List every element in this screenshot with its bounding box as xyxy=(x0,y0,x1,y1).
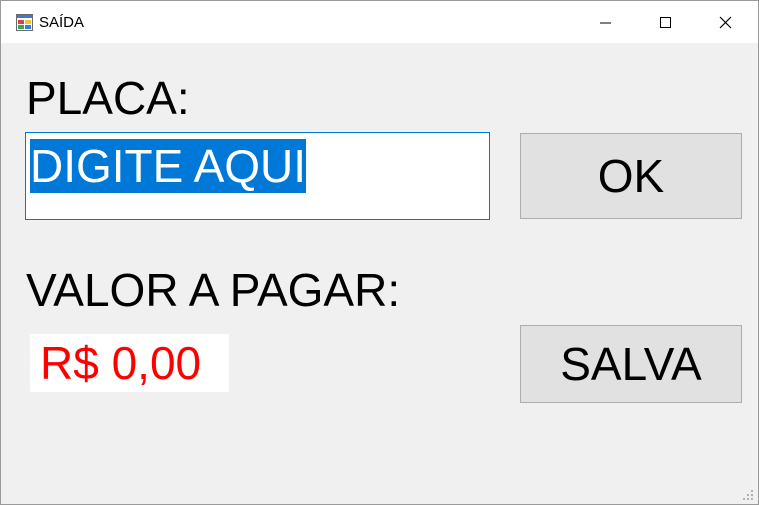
placa-label: PLACA: xyxy=(26,72,190,124)
title-bar[interactable]: SAÍDA xyxy=(1,1,758,43)
placa-input-selected-text[interactable]: DIGITE AQUI xyxy=(30,139,307,193)
valor-label: VALOR A PAGAR: xyxy=(26,264,401,316)
maximize-icon xyxy=(660,17,671,28)
maximize-button[interactable] xyxy=(637,1,695,43)
salva-button[interactable]: SALVA xyxy=(520,325,742,403)
close-icon xyxy=(719,16,732,29)
close-button[interactable] xyxy=(697,1,755,43)
minimize-icon xyxy=(600,22,611,24)
minimize-button[interactable] xyxy=(577,1,635,43)
resize-grip-icon[interactable] xyxy=(742,488,754,500)
valor-amount: R$ 0,00 xyxy=(40,337,202,389)
saida-window: SAÍDA PLACA: DIGITE AQUI OK VALOR A PAGA… xyxy=(0,0,759,505)
app-form-icon xyxy=(16,14,33,31)
ok-button[interactable]: OK xyxy=(520,133,742,219)
placa-input[interactable]: DIGITE AQUI xyxy=(25,132,490,220)
valor-display: R$ 0,00 xyxy=(30,334,229,392)
window-title: SAÍDA xyxy=(39,14,85,31)
